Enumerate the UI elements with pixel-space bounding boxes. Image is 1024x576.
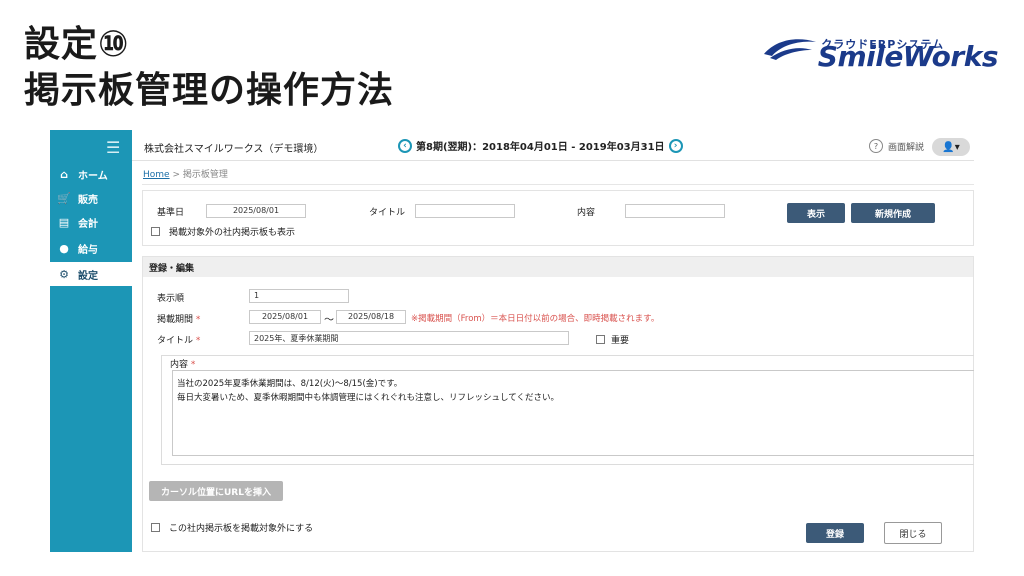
date-input[interactable]: 2025/08/01 xyxy=(206,204,306,218)
help-label: 画面解説 xyxy=(887,142,924,153)
sidebar-item-label: 会計 xyxy=(78,218,98,230)
breadcrumb-separator: > xyxy=(172,170,180,180)
slide-title-line2: 掲示板管理の操作方法 xyxy=(24,70,395,111)
insert-url-button[interactable]: カーソル位置にURLを挿入 xyxy=(149,481,283,501)
sidebar-item-sales[interactable]: 🛒 販売 xyxy=(50,186,132,210)
main-content: 株式会社スマイルワークス（デモ環境） ‹ 第8期(翌期)：2018年04月01日… xyxy=(132,130,974,552)
sidebar-item-label: 販売 xyxy=(78,194,98,206)
user-menu-button[interactable]: 👤▾ xyxy=(932,138,970,156)
slide-title-line1: 設定⑩ xyxy=(24,24,130,65)
hamburger-icon[interactable]: ☰ xyxy=(106,138,120,157)
show-other-label: 掲載対象外の社内掲示板も表示 xyxy=(169,228,296,238)
required-mark: * xyxy=(195,315,201,325)
sidebar: ☰ ⌂ ホーム 🛒 販売 ▤ 会計 ● 給与 ⚙ 設定 xyxy=(50,130,132,552)
top-bar: 株式会社スマイルワークス（デモ環境） ‹ 第8期(翌期)：2018年04月01日… xyxy=(132,130,974,161)
question-icon: ? xyxy=(868,139,883,153)
edit-title-label: タイトル * xyxy=(157,333,200,346)
smileworks-logo: クラウドERPシステム SmileWorks xyxy=(758,18,999,73)
show-button[interactable]: 表示 xyxy=(787,203,845,223)
help-link[interactable]: ? 画面解説 xyxy=(868,139,924,153)
period-to-input[interactable]: 2025/08/18 xyxy=(336,310,406,324)
period-separator: 〜 xyxy=(324,315,334,326)
period-label-text: 掲載期間 xyxy=(157,315,194,325)
required-mark: * xyxy=(190,360,196,370)
home-icon: ⌂ xyxy=(60,167,68,181)
new-button[interactable]: 新規作成 xyxy=(851,203,935,223)
period-from-input[interactable]: 2025/08/01 xyxy=(249,310,321,324)
sidebar-item-home[interactable]: ⌂ ホーム xyxy=(50,162,132,186)
close-button[interactable]: 閉じる xyxy=(884,522,942,544)
required-mark: * xyxy=(195,336,201,346)
order-label: 表示順 xyxy=(157,294,185,304)
gear-icon: ⚙ xyxy=(59,267,69,281)
next-period-icon[interactable]: › xyxy=(668,138,683,153)
sidebar-item-payroll[interactable]: ● 給与 xyxy=(50,236,132,260)
period-note: ※掲載期間（From）＝本日日付以前の場合、即時掲載されます。 xyxy=(411,314,660,324)
search-panel: 基準日 2025/08/01 タイトル 内容 表示 新規作成 掲載対象外の社内掲… xyxy=(142,190,974,246)
content-line: 当社の2025年夏季休業期間は、8/12(火)〜8/15(金)です。 xyxy=(177,379,403,389)
register-button[interactable]: 登録 xyxy=(806,523,864,543)
user-icon: 👤▾ xyxy=(942,141,960,153)
content-search-input[interactable] xyxy=(625,204,725,218)
logo-swoosh-icon xyxy=(764,39,816,60)
sidebar-item-label: ホーム xyxy=(78,170,108,182)
important-checkbox[interactable] xyxy=(596,335,605,344)
exclude-label: この社内掲示板を掲載対象外にする xyxy=(169,524,314,534)
content-label: 内容 xyxy=(577,208,596,218)
cart-icon: 🛒 xyxy=(57,191,71,205)
slide-title: 設定⑩ 掲示板管理の操作方法 xyxy=(24,22,394,114)
order-input[interactable]: 1 xyxy=(249,289,349,303)
company-name: 株式会社スマイルワークス（デモ環境） xyxy=(144,144,324,155)
period-label: 掲載期間 * xyxy=(157,312,200,325)
edit-header: 登録・編集 xyxy=(143,257,973,277)
app-window: ☰ ⌂ ホーム 🛒 販売 ▤ 会計 ● 給与 ⚙ 設定 株式会社スマイルワークス… xyxy=(50,130,974,552)
important-label: 重要 xyxy=(611,336,630,346)
edit-panel: 登録・編集 表示順 1 掲載期間 * 2025/08/01 〜 2025/08/… xyxy=(142,256,974,552)
breadcrumb-home[interactable]: Home xyxy=(143,170,170,180)
breadcrumb: Home > 掲示板管理 xyxy=(143,167,228,180)
date-label: 基準日 xyxy=(157,208,185,218)
breadcrumb-current: 掲示板管理 xyxy=(182,170,228,180)
content-textarea[interactable]: 当社の2025年夏季休業期間は、8/12(火)〜8/15(金)です。 毎日大変暑… xyxy=(172,370,974,456)
edit-content-label-text: 内容 xyxy=(170,360,189,370)
sidebar-item-label: 設定 xyxy=(78,270,98,282)
edit-title-label-text: タイトル xyxy=(157,336,194,346)
edit-content-label: 内容 * xyxy=(170,357,195,370)
money-bag-icon: ● xyxy=(59,241,69,255)
exclude-checkbox[interactable] xyxy=(151,523,160,532)
sidebar-item-label: 給与 xyxy=(78,244,98,256)
sidebar-item-settings[interactable]: ⚙ 設定 xyxy=(50,262,132,286)
prev-period-icon[interactable]: ‹ xyxy=(398,138,412,153)
period-label: 第8期(翌期)：2018年04月01日 - 2019年03月31日 xyxy=(416,142,665,153)
period-selector: ‹ 第8期(翌期)：2018年04月01日 - 2019年03月31日 › xyxy=(398,138,683,153)
title-label: タイトル xyxy=(369,208,406,218)
title-search-input[interactable] xyxy=(415,204,515,218)
content-line: 毎日大変暑いため、夏季休暇期間中も体調管理にはくれぐれも注意し、リフレッシュして… xyxy=(177,393,559,403)
content-group: 内容 * 当社の2025年夏季休業期間は、8/12(火)〜8/15(金)です。 … xyxy=(161,355,974,465)
calculator-icon: ▤ xyxy=(58,215,70,229)
show-other-checkbox[interactable] xyxy=(151,227,160,236)
divider xyxy=(142,184,974,185)
edit-title-input[interactable]: 2025年、夏季休業期間 xyxy=(249,331,569,345)
logo-name: SmileWorks xyxy=(817,40,999,73)
sidebar-item-accounting[interactable]: ▤ 会計 xyxy=(50,210,132,234)
